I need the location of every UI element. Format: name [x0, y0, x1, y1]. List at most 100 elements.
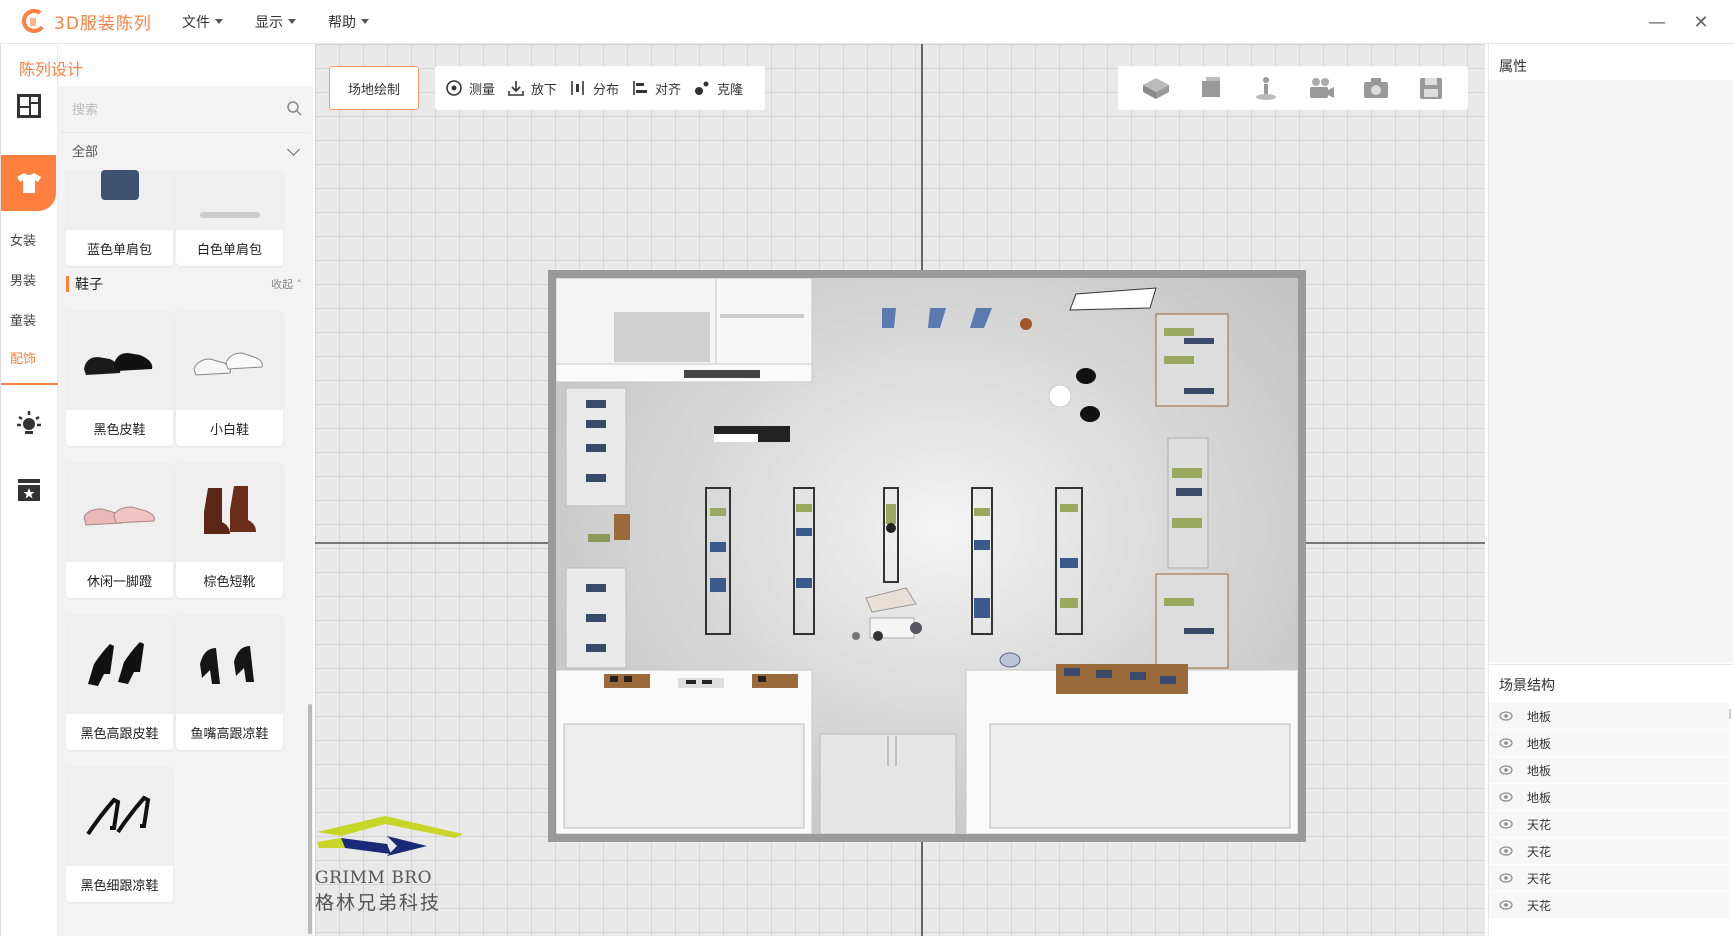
watermark-en: GRIMM BRO: [315, 868, 433, 888]
item-card-blue-shoulder-bag[interactable]: 蓝色单肩包: [66, 170, 173, 266]
search-icon[interactable]: [286, 100, 302, 116]
scene-tree-row[interactable]: 地板: [1489, 757, 1729, 784]
camera-icon[interactable]: [1361, 75, 1391, 101]
item-card-white-shoulder-bag[interactable]: 白色单肩包: [176, 170, 283, 266]
minimize-button[interactable]: —: [1635, 0, 1679, 44]
item-card-peep-toe-heels[interactable]: 鱼嘴高跟凉鞋: [176, 614, 283, 750]
item-thumbnail: [176, 310, 283, 410]
save-icon[interactable]: [1416, 75, 1446, 101]
scene-tree-row[interactable]: 地板: [1489, 730, 1729, 757]
scene-tree-label: 地板: [1527, 736, 1552, 751]
layout-icon[interactable]: [15, 92, 43, 120]
menu-view[interactable]: 显示: [255, 12, 296, 32]
drop-icon: [508, 81, 524, 96]
visibility-eye-icon[interactable]: [1499, 792, 1513, 802]
visibility-eye-icon[interactable]: [1499, 846, 1513, 856]
window-controls: — ✕: [1635, 0, 1723, 44]
view-toolbar: [1118, 66, 1468, 110]
properties-body: [1489, 80, 1733, 662]
item-thumbnail: [66, 462, 173, 562]
visibility-eye-icon[interactable]: [1499, 819, 1513, 829]
item-label: 休闲一脚蹬: [86, 574, 152, 590]
left-rail: 女装 男装 童装 配饰: [0, 44, 58, 936]
scene-tree-row[interactable]: 地板: [1489, 784, 1729, 811]
properties-panel: 属性: [1488, 44, 1733, 664]
video-camera-icon[interactable]: [1306, 75, 1336, 101]
clone-icon: [695, 81, 709, 95]
shirt-icon: [16, 173, 41, 193]
tab-kidswear[interactable]: 童装: [10, 310, 36, 329]
scene-tree-label: 地板: [1527, 763, 1552, 778]
edit-toolbar: 测量 放下 分布 对齐 克隆: [435, 66, 765, 110]
white-sneakers-image: [192, 352, 263, 376]
app-logo-icon: [22, 8, 44, 33]
visibility-eye-icon[interactable]: [1499, 711, 1513, 721]
measure-icon: [446, 80, 462, 96]
menu-help[interactable]: 帮助: [328, 12, 369, 32]
visibility-eye-icon[interactable]: [1499, 900, 1513, 910]
scene-tree-label: 天花: [1527, 871, 1552, 886]
category-filter-select[interactable]: 全部: [60, 132, 310, 168]
close-button[interactable]: ✕: [1679, 0, 1723, 44]
item-thumbnail: [66, 614, 173, 714]
distribute-label: 分布: [593, 82, 620, 98]
align-icon: [633, 81, 648, 95]
menu-help-label: 帮助: [328, 14, 356, 31]
item-card-casual-slip-ons[interactable]: 休闲一脚蹬: [66, 462, 173, 598]
scene-tree-label: 天花: [1527, 844, 1552, 859]
item-label: 黑色皮鞋: [93, 422, 146, 438]
app-title: 3D服装陈列: [54, 14, 152, 34]
scene-tree-label: 天花: [1527, 817, 1552, 832]
tab-menswear[interactable]: 男装: [10, 270, 36, 289]
visibility-eye-icon[interactable]: [1499, 873, 1513, 883]
clothing-category-button[interactable]: [1, 155, 56, 211]
light-icon[interactable]: [15, 409, 43, 437]
align-label: 对齐: [655, 82, 682, 98]
scene-tree-row[interactable]: 天花: [1489, 811, 1729, 838]
item-card-black-high-heels[interactable]: 黑色高跟皮鞋: [66, 614, 173, 750]
item-label: 黑色高跟皮鞋: [80, 726, 159, 742]
distribute-button[interactable]: 分布: [569, 79, 619, 98]
item-card-brown-ankle-boots[interactable]: 棕色短靴: [176, 462, 283, 598]
scene-tree-row[interactable]: 天花: [1489, 892, 1729, 919]
item-thumbnail: [176, 170, 283, 230]
scene-tree-row[interactable]: 天花: [1489, 865, 1729, 892]
measure-button[interactable]: 测量: [445, 79, 495, 98]
scene-tree-row[interactable]: 天花: [1489, 838, 1729, 865]
item-card-black-stiletto-sandals[interactable]: 黑色细跟凉鞋: [66, 766, 173, 902]
item-card-white-sneakers[interactable]: 小白鞋: [176, 310, 283, 446]
perspective-view-icon[interactable]: [1141, 75, 1171, 101]
scene-tree-row[interactable]: 地板: [1489, 703, 1729, 730]
design-canvas[interactable]: 场地绘制 测量 放下 分布 对齐 克隆 GRIMM BRO 格林兄弟科技: [315, 44, 1485, 936]
archive-icon[interactable]: [15, 476, 43, 504]
item-label: 黑色细跟凉鞋: [80, 878, 159, 894]
item-thumbnail: [66, 766, 173, 866]
catalog-title: 陈列设计: [19, 60, 84, 79]
tab-womenswear[interactable]: 女装: [10, 230, 36, 249]
tab-accessories[interactable]: 配饰: [10, 348, 36, 367]
item-label: 白色单肩包: [196, 242, 262, 258]
visibility-eye-icon[interactable]: [1499, 738, 1513, 748]
pink-slip-ons-image: [82, 506, 155, 526]
collapse-button[interactable]: 收起 ˄: [271, 276, 302, 292]
visibility-eye-icon[interactable]: [1499, 765, 1513, 775]
top-view-icon[interactable]: [1196, 75, 1226, 101]
search-input[interactable]: 搜索: [60, 90, 310, 126]
item-thumbnail: [66, 310, 173, 410]
draw-site-button[interactable]: 场地绘制: [329, 66, 419, 110]
peep-toe-heels-image: [199, 646, 254, 684]
bag-shape: [199, 212, 260, 218]
black-shoes-image: [83, 353, 152, 375]
clone-button[interactable]: 克隆: [693, 79, 743, 98]
align-button[interactable]: 对齐: [631, 79, 681, 98]
store-layout-render: [555, 277, 1299, 835]
item-card-black-leather-shoes[interactable]: 黑色皮鞋: [66, 310, 173, 446]
brown-boots-image: [203, 486, 256, 534]
drop-button[interactable]: 放下: [507, 79, 557, 98]
walk-view-icon[interactable]: [1251, 75, 1281, 101]
menu-file[interactable]: 文件: [182, 12, 223, 32]
caret-down-icon: [288, 19, 296, 24]
distribute-icon: [571, 81, 584, 95]
store-room-plan[interactable]: [548, 270, 1306, 842]
catalog-scrollbar[interactable]: [308, 704, 312, 934]
